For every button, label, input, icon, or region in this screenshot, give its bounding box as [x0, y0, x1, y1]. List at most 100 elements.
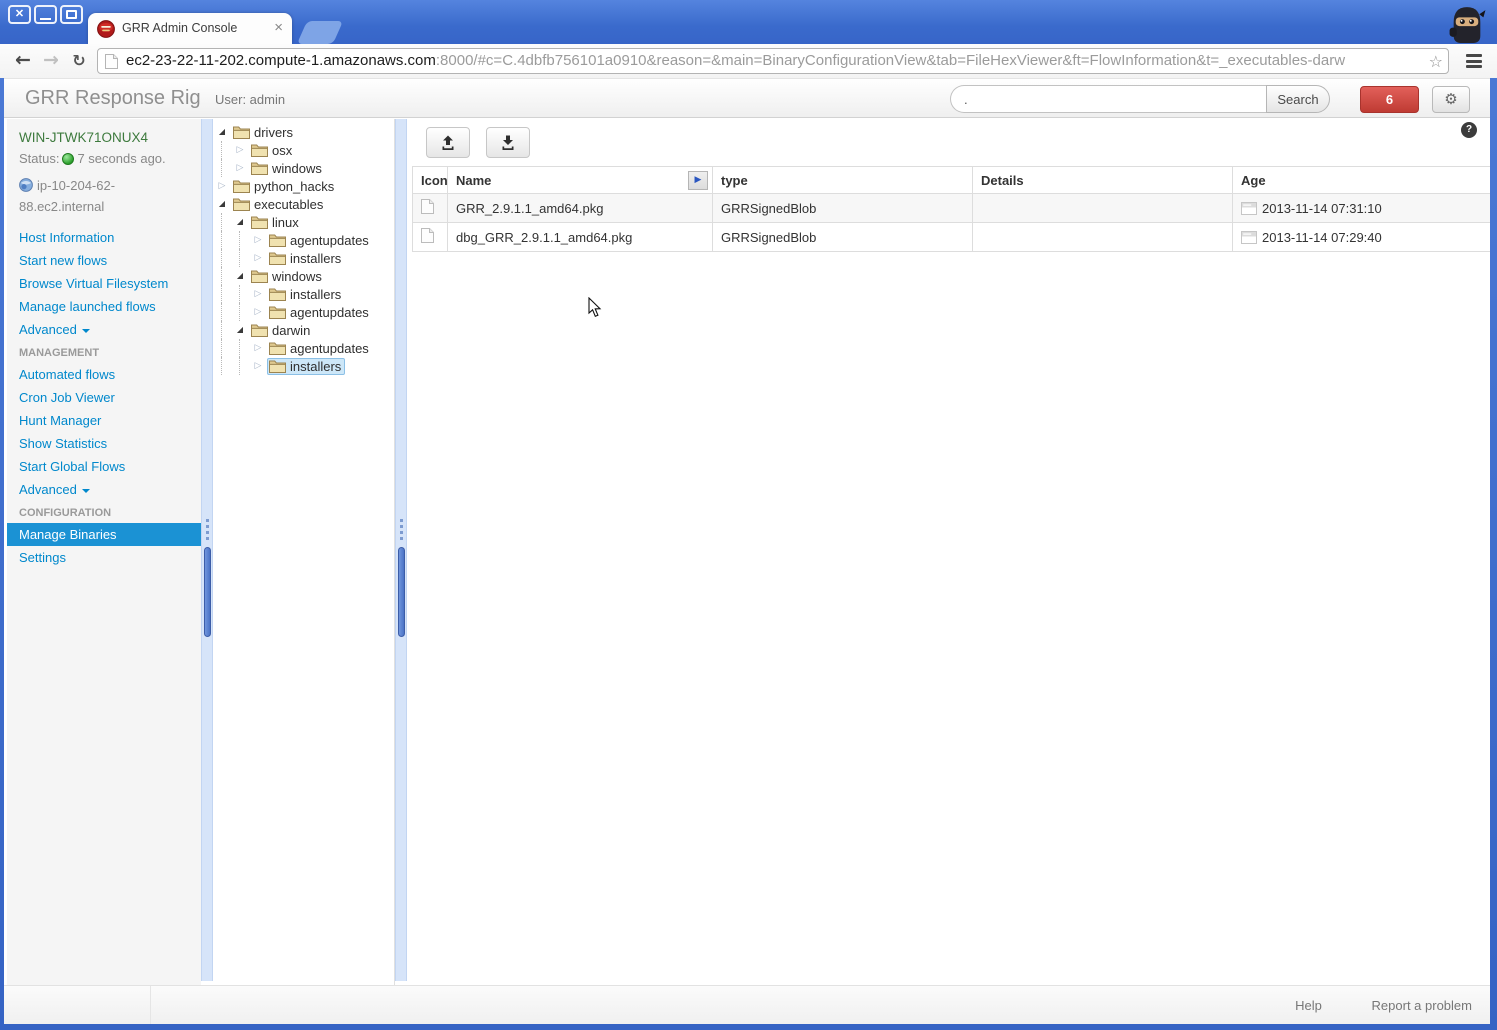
- row-age-cell: 2013-11-14 07:29:40: [1232, 222, 1490, 252]
- splitter-tree[interactable]: [395, 119, 407, 981]
- tree-connector-line: [213, 267, 231, 285]
- notifications-button[interactable]: 6: [1360, 86, 1419, 113]
- help-link[interactable]: Help: [1295, 998, 1322, 1013]
- search-input[interactable]: [950, 85, 1266, 113]
- folder-icon: [269, 342, 286, 355]
- expand-toggle-icon[interactable]: ▷: [249, 249, 267, 267]
- sidebar-item-host-information[interactable]: Host Information: [7, 226, 201, 249]
- host-info-block: WIN-JTWK71ONUX4 Status: 7 seconds ago. ip…: [7, 119, 201, 217]
- tree-node-content[interactable]: agentupdates: [267, 232, 373, 249]
- row-details-cell: [972, 222, 1233, 252]
- splitter-handle[interactable]: [203, 547, 211, 637]
- expand-toggle-icon[interactable]: ▷: [213, 177, 231, 195]
- collapse-toggle-icon[interactable]: ◢: [231, 321, 249, 339]
- expand-toggle-icon[interactable]: ▷: [231, 141, 249, 159]
- hamburger-menu-icon[interactable]: [1461, 50, 1487, 72]
- splitter-handle[interactable]: [397, 547, 405, 637]
- splitter-sidebar[interactable]: [201, 119, 213, 981]
- collapse-toggle-icon[interactable]: ◢: [231, 267, 249, 285]
- tree-node-content[interactable]: windows: [249, 160, 326, 177]
- tree-node-content[interactable]: installers: [267, 250, 345, 267]
- tree-connector-line: [213, 321, 231, 339]
- tree-node-windows[interactable]: ▷ windows: [213, 159, 394, 177]
- expand-toggle-icon[interactable]: ▷: [249, 231, 267, 249]
- search-button[interactable]: Search: [1266, 85, 1330, 113]
- tree-node-content[interactable]: agentupdates: [267, 304, 373, 321]
- tree-node-content[interactable]: installers: [267, 286, 345, 303]
- download-button[interactable]: [485, 127, 530, 158]
- sidebar-item-cron-job-viewer[interactable]: Cron Job Viewer: [7, 386, 201, 409]
- tree-node-content[interactable]: linux: [249, 214, 303, 231]
- tree-node-content[interactable]: installers: [267, 357, 346, 375]
- collapse-toggle-icon[interactable]: ◢: [213, 195, 231, 213]
- sidebar-item-manage-launched-flows[interactable]: Manage launched flows: [7, 295, 201, 318]
- tree-node-agentupdates[interactable]: ▷ agentupdates: [213, 303, 394, 321]
- tree-node-content[interactable]: agentupdates: [267, 340, 373, 357]
- name-filter-button[interactable]: ▶: [688, 171, 708, 190]
- tree-node-drivers[interactable]: ◢ drivers: [213, 123, 394, 141]
- sidebar-item-show-statistics[interactable]: Show Statistics: [7, 432, 201, 455]
- tree-node-content[interactable]: darwin: [249, 322, 314, 339]
- tree-node-content[interactable]: windows: [249, 268, 326, 285]
- help-icon[interactable]: ?: [1461, 122, 1477, 138]
- tree-node-agentupdates[interactable]: ▷ agentupdates: [213, 339, 394, 357]
- sidebar-item-advanced[interactable]: Advanced: [7, 478, 201, 501]
- host-status: Status: 7 seconds ago.: [19, 148, 195, 170]
- sidebar-item-manage-binaries[interactable]: Manage Binaries: [7, 523, 208, 546]
- new-tab-button[interactable]: [296, 21, 344, 44]
- sidebar-item-advanced[interactable]: Advanced: [7, 318, 201, 341]
- tree-node-content[interactable]: drivers: [231, 124, 297, 141]
- tree-node-content[interactable]: osx: [249, 142, 296, 159]
- back-icon[interactable]: ←: [10, 44, 36, 78]
- expand-toggle-icon[interactable]: ▷: [231, 159, 249, 177]
- tree-node-darwin[interactable]: ◢ darwin: [213, 321, 394, 339]
- upload-button[interactable]: [426, 127, 470, 158]
- gear-icon[interactable]: ⚙: [1432, 86, 1470, 113]
- sidebar-item-start-global-flows[interactable]: Start Global Flows: [7, 455, 201, 478]
- report-problem-link[interactable]: Report a problem: [1372, 998, 1472, 1013]
- forward-icon[interactable]: →: [38, 44, 64, 78]
- window-minimize-button[interactable]: [34, 5, 57, 24]
- tree-connector-line: [213, 303, 231, 321]
- tree-node-content[interactable]: executables: [231, 196, 327, 213]
- table-row[interactable]: dbg_GRR_2.9.1.1_amd64.pkg GRRSignedBlob 20…: [412, 222, 1490, 252]
- reload-icon[interactable]: ↻: [66, 44, 92, 78]
- expand-toggle-icon[interactable]: ▷: [249, 339, 267, 357]
- tree-node-agentupdates[interactable]: ▷ agentupdates: [213, 231, 394, 249]
- sidebar-item-browse-virtual-filesystem[interactable]: Browse Virtual Filesystem: [7, 272, 201, 295]
- tree-connector-line: [213, 213, 231, 231]
- tree-node-osx[interactable]: ▷ osx: [213, 141, 394, 159]
- expand-toggle-icon[interactable]: ▷: [249, 357, 267, 375]
- sidebar-item-start-new-flows[interactable]: Start new flows: [7, 249, 201, 272]
- folder-icon: [269, 252, 286, 265]
- tab-close-icon[interactable]: ×: [274, 13, 283, 42]
- tree-node-executables[interactable]: ◢ executables: [213, 195, 394, 213]
- table-row[interactable]: GRR_2.9.1.1_amd64.pkg GRRSignedBlob 2013-1…: [412, 193, 1490, 223]
- tree-node-linux[interactable]: ◢ linux: [213, 213, 394, 231]
- collapse-toggle-icon[interactable]: ◢: [213, 123, 231, 141]
- window-close-button[interactable]: ✕: [8, 5, 31, 24]
- tree-node-installers[interactable]: ▷ installers: [213, 357, 394, 375]
- browser-toolbar: ← → ↻ ec2-23-22-11-202.compute-1.amazona…: [0, 44, 1497, 78]
- status-label: Status:: [19, 151, 60, 166]
- tree-node-python-hacks[interactable]: ▷ python_hacks: [213, 177, 394, 195]
- tree-node-installers[interactable]: ▷ installers: [213, 249, 394, 267]
- tree-node-installers[interactable]: ▷ installers: [213, 285, 394, 303]
- status-value: 7 seconds ago.: [77, 151, 166, 166]
- window-maximize-button[interactable]: [60, 5, 83, 24]
- expand-toggle-icon[interactable]: ▷: [249, 285, 267, 303]
- url-bar[interactable]: ec2-23-22-11-202.compute-1.amazonaws.com…: [97, 48, 1449, 74]
- sidebar-item-settings[interactable]: Settings: [7, 546, 201, 569]
- tree-node-windows[interactable]: ◢ windows: [213, 267, 394, 285]
- grr-favicon: [97, 20, 115, 38]
- expand-toggle-icon[interactable]: ▷: [249, 303, 267, 321]
- bookmark-star-icon[interactable]: ☆: [1429, 49, 1443, 74]
- collapse-toggle-icon[interactable]: ◢: [231, 213, 249, 231]
- browser-window: { "window": { "tab_title": "GRR Admin Co…: [0, 0, 1497, 1030]
- sidebar-item-automated-flows[interactable]: Automated flows: [7, 363, 201, 386]
- browser-tab[interactable]: GRR Admin Console ×: [88, 13, 292, 44]
- tree-node-label: installers: [290, 250, 342, 266]
- sidebar-item-hunt-manager[interactable]: Hunt Manager: [7, 409, 201, 432]
- tree-node-content[interactable]: python_hacks: [231, 178, 338, 195]
- tree-node-label: osx: [272, 142, 293, 158]
